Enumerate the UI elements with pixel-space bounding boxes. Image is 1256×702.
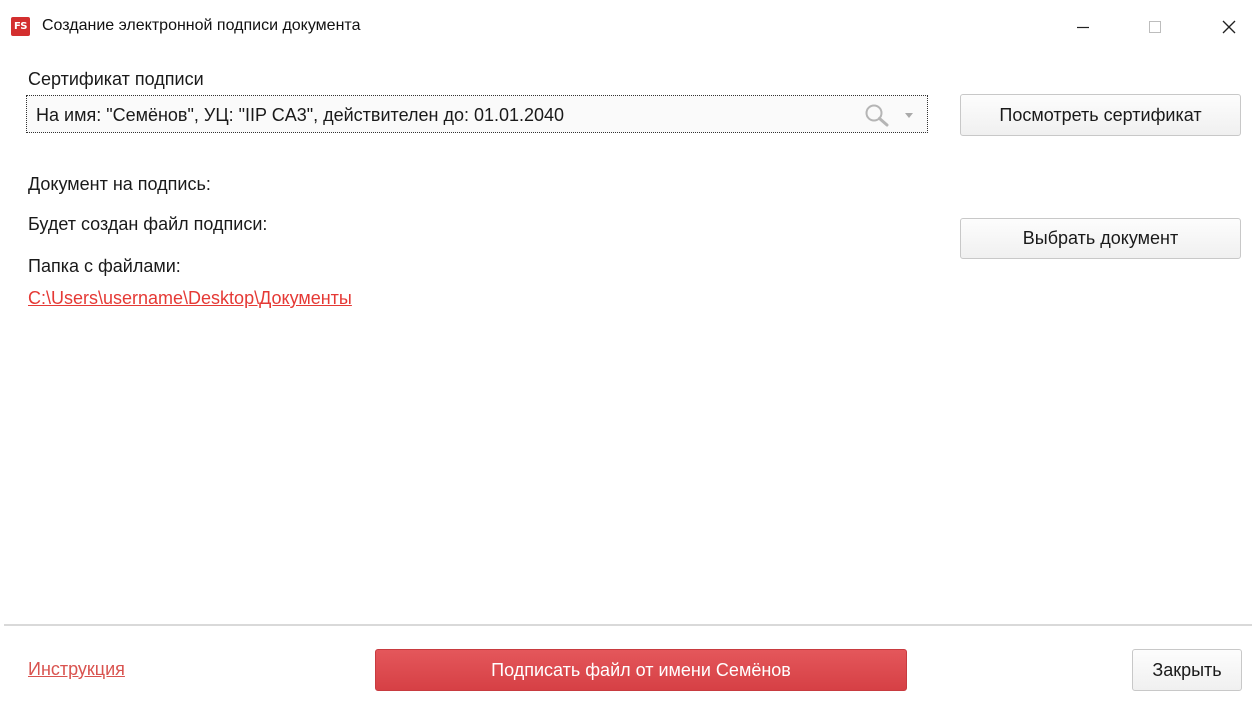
chevron-down-icon[interactable] [903, 106, 915, 124]
minimize-icon [1077, 26, 1089, 29]
close-icon [1222, 20, 1236, 34]
folder-path-link[interactable]: C:\Users\username\Desktop\Документы [28, 288, 352, 309]
close-button[interactable]: Закрыть [1132, 649, 1242, 691]
search-icon[interactable] [863, 102, 891, 128]
app-logo-icon: FS [11, 17, 30, 36]
choose-document-button[interactable]: Выбрать документ [960, 218, 1241, 259]
minimize-button[interactable] [1063, 10, 1103, 44]
folder-label: Папка с файлами: [28, 256, 181, 276]
instruction-link[interactable]: Инструкция [28, 659, 125, 680]
sign-file-button[interactable]: Подписать файл от имени Семёнов [375, 649, 907, 691]
window-title: Создание электронной подписи документа [42, 17, 361, 34]
view-certificate-button[interactable]: Посмотреть сертификат [960, 94, 1241, 136]
title-bar: FS Создание электронной подписи документ… [0, 0, 1256, 54]
maximize-button[interactable] [1135, 10, 1175, 44]
certificate-select[interactable]: На имя: "Семёнов", УЦ: "IIP CA3", действ… [26, 95, 928, 133]
document-label: Документ на подпись: [28, 174, 211, 194]
maximize-icon [1149, 21, 1161, 33]
certificate-label: Сертификат подписи [28, 69, 204, 89]
footer-divider [4, 624, 1252, 626]
signature-dialog: FS Создание электронной подписи документ… [0, 0, 1256, 702]
close-window-button[interactable] [1209, 10, 1249, 44]
certificate-selected-value: На имя: "Семёнов", УЦ: "IIP CA3", действ… [36, 105, 565, 125]
signature-file-label: Будет создан файл подписи: [28, 214, 268, 234]
